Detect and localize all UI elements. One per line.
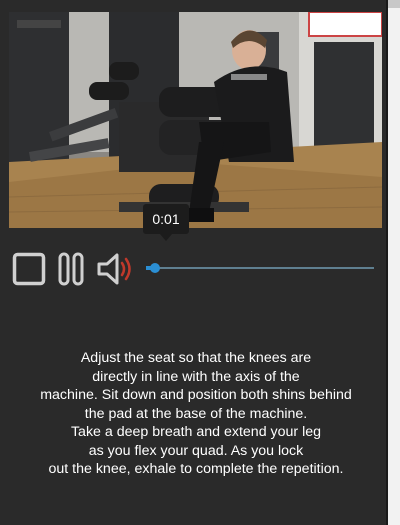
video-controls (0, 246, 388, 290)
instruction-line: machine. Sit down and position both shin… (40, 387, 352, 403)
instruction-line: the pad at the base of the machine. (84, 405, 308, 422)
volume-icon (97, 253, 131, 285)
volume-button[interactable] (96, 252, 140, 286)
instruction-line: out the knee, exhale to complete the rep… (48, 461, 344, 477)
pause-icon (58, 252, 84, 286)
video-frame (9, 12, 382, 228)
background-bar (388, 0, 400, 8)
stop-button[interactable] (12, 252, 46, 286)
exercise-video-panel: 0:01 Adjust the seat so that the knees a… (0, 0, 388, 525)
current-time: 0:01 (152, 211, 180, 227)
instruction-line: as you flex your quad. As you lock (88, 442, 304, 459)
instruction-line: Adjust the seat so that the knees are (80, 350, 312, 366)
pause-button[interactable] (58, 252, 86, 286)
background-page-edge (388, 0, 400, 525)
seek-handle[interactable] (150, 263, 161, 273)
video-player[interactable] (9, 12, 382, 228)
instruction-line: directly in line with the axis of the (92, 368, 300, 385)
stop-icon (12, 252, 46, 286)
current-time-tooltip: 0:01 (143, 204, 189, 241)
seek-track (146, 267, 374, 269)
instruction-line: Take a deep breath and extend your leg (70, 424, 322, 440)
seek-bar[interactable] (146, 263, 374, 273)
exercise-instructions: Adjust the seat so that the knees are di… (14, 349, 378, 479)
